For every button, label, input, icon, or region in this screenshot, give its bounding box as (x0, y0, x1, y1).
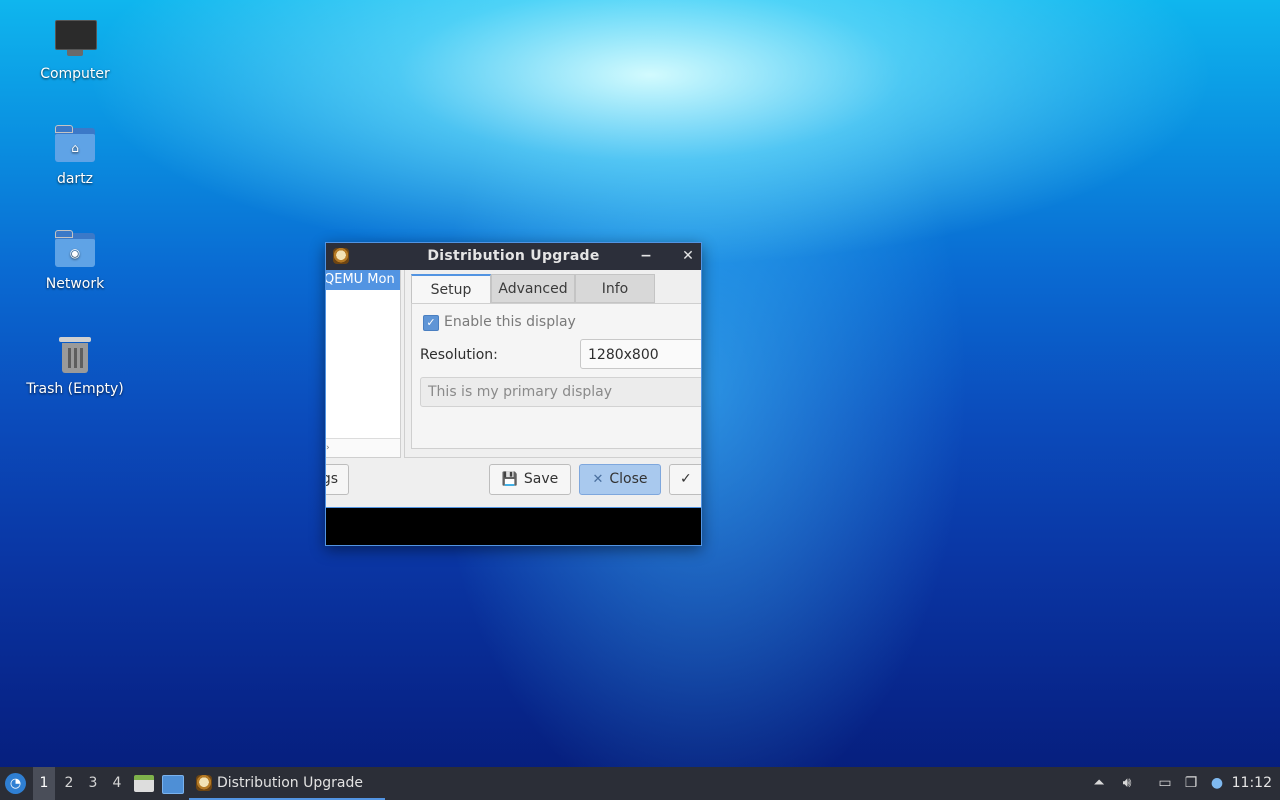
workspace-2[interactable]: 2 (57, 767, 81, 800)
distribution-upgrade-window: Distribution Upgrade − ✕ QEMU Mon › Setu… (325, 242, 702, 546)
close-icon: ✕ (592, 472, 604, 487)
save-button-label: Save (523, 471, 559, 487)
task-label: Distribution Upgrade (217, 775, 363, 791)
tab-advanced[interactable]: Advanced (491, 274, 575, 303)
file-manager-launcher-icon[interactable] (134, 775, 154, 792)
minimize-button[interactable]: − (635, 243, 657, 270)
display-list[interactable]: QEMU Mon › (326, 270, 401, 458)
tray-expand-icon[interactable]: ⏶ (1090, 767, 1108, 800)
network-folder-icon: ◉ (53, 227, 97, 271)
close-window-button[interactable]: ✕ (677, 243, 699, 270)
display-list-scrollbar[interactable]: › (326, 438, 400, 457)
partial-settings-button[interactable]: gs (326, 464, 349, 495)
clock[interactable]: 11:12 (1232, 767, 1272, 800)
desktop-icon-label: dartz (56, 171, 94, 187)
desktop-icon-network[interactable]: ◉ Network (20, 227, 130, 292)
close-button[interactable]: ✕ Close (579, 464, 661, 495)
taskbar: ◔ 1 2 3 4 Distribution Upgrade ⏶ 🔊︎ ▭ ❐ … (0, 767, 1280, 800)
checkmark-icon: ✓ (680, 471, 692, 487)
workspace-3[interactable]: 3 (81, 767, 105, 800)
enable-display-label: Enable this display (444, 314, 576, 330)
window-titlebar[interactable]: Distribution Upgrade − ✕ (326, 243, 701, 270)
tab-info[interactable]: Info (575, 274, 655, 303)
clipboard-icon[interactable]: ❐ (1181, 767, 1201, 800)
desktop-icon-trash[interactable]: Trash (Empty) (20, 332, 130, 397)
app-menu-icon[interactable]: ◔ (5, 773, 26, 794)
app-icon (196, 775, 212, 791)
partial-settings-label: gs (326, 471, 338, 487)
save-icon: 💾 (501, 472, 518, 487)
display-list-item-selected[interactable]: QEMU Mon (326, 270, 400, 290)
computer-icon (53, 17, 97, 61)
apply-button[interactable]: ✓ (669, 464, 701, 495)
resolution-label: Resolution: (420, 347, 498, 363)
primary-display-toggle[interactable]: This is my primary display (420, 377, 701, 407)
setup-tab-page: ✓ Enable this display Resolution: 1280x8… (411, 303, 701, 449)
workspace-1[interactable]: 1 (33, 767, 55, 800)
home-folder-icon: ⌂ (53, 122, 97, 166)
enable-display-checkbox[interactable]: ✓ (423, 315, 439, 331)
window-bottom-area (326, 507, 701, 545)
tab-setup[interactable]: Setup (411, 274, 491, 304)
desktop-icon-home[interactable]: ⌂ dartz (20, 122, 130, 187)
save-button[interactable]: 💾 Save (489, 464, 571, 495)
desktop-icon-label: Network (45, 276, 105, 292)
trash-icon (53, 332, 97, 376)
workspace-4[interactable]: 4 (105, 767, 129, 800)
network-icon[interactable]: ▭ (1154, 767, 1176, 800)
close-button-label: Close (609, 471, 648, 487)
desktop-icon-computer[interactable]: Computer (20, 17, 130, 82)
resolution-select[interactable]: 1280x800 (580, 339, 701, 369)
taskbar-task-distribution-upgrade[interactable]: Distribution Upgrade (189, 767, 385, 800)
volume-icon[interactable]: 🔊︎ (1117, 767, 1137, 800)
desktop-icon-label: Computer (40, 66, 110, 82)
notification-icon[interactable]: ● (1207, 767, 1227, 800)
show-desktop-icon[interactable] (162, 775, 184, 794)
desktop-icon-label: Trash (Empty) (26, 381, 124, 397)
display-settings-panel: Setup Advanced Info ✓ Enable this displa… (404, 270, 701, 458)
